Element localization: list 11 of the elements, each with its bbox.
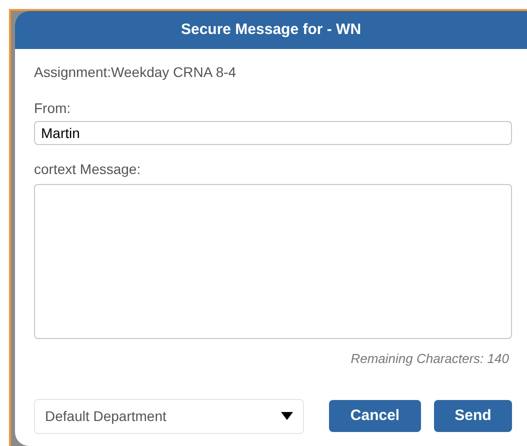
assignment-text: Assignment:Weekday CRNA 8-4 — [34, 63, 238, 82]
message-label: cortext Message: — [34, 160, 142, 179]
dropdown-caret-icon — [281, 412, 293, 420]
cancel-button[interactable]: Cancel — [329, 400, 421, 432]
message-field[interactable] — [34, 184, 512, 339]
from-field[interactable]: Martin — [34, 121, 512, 145]
remaining-characters: Remaining Characters: 140 — [350, 350, 510, 368]
department-dropdown[interactable]: Default Department — [34, 398, 304, 434]
from-label: From: — [34, 99, 72, 118]
dialog-title: Secure Message for - WN — [180, 20, 362, 40]
send-button[interactable]: Send — [434, 400, 512, 432]
